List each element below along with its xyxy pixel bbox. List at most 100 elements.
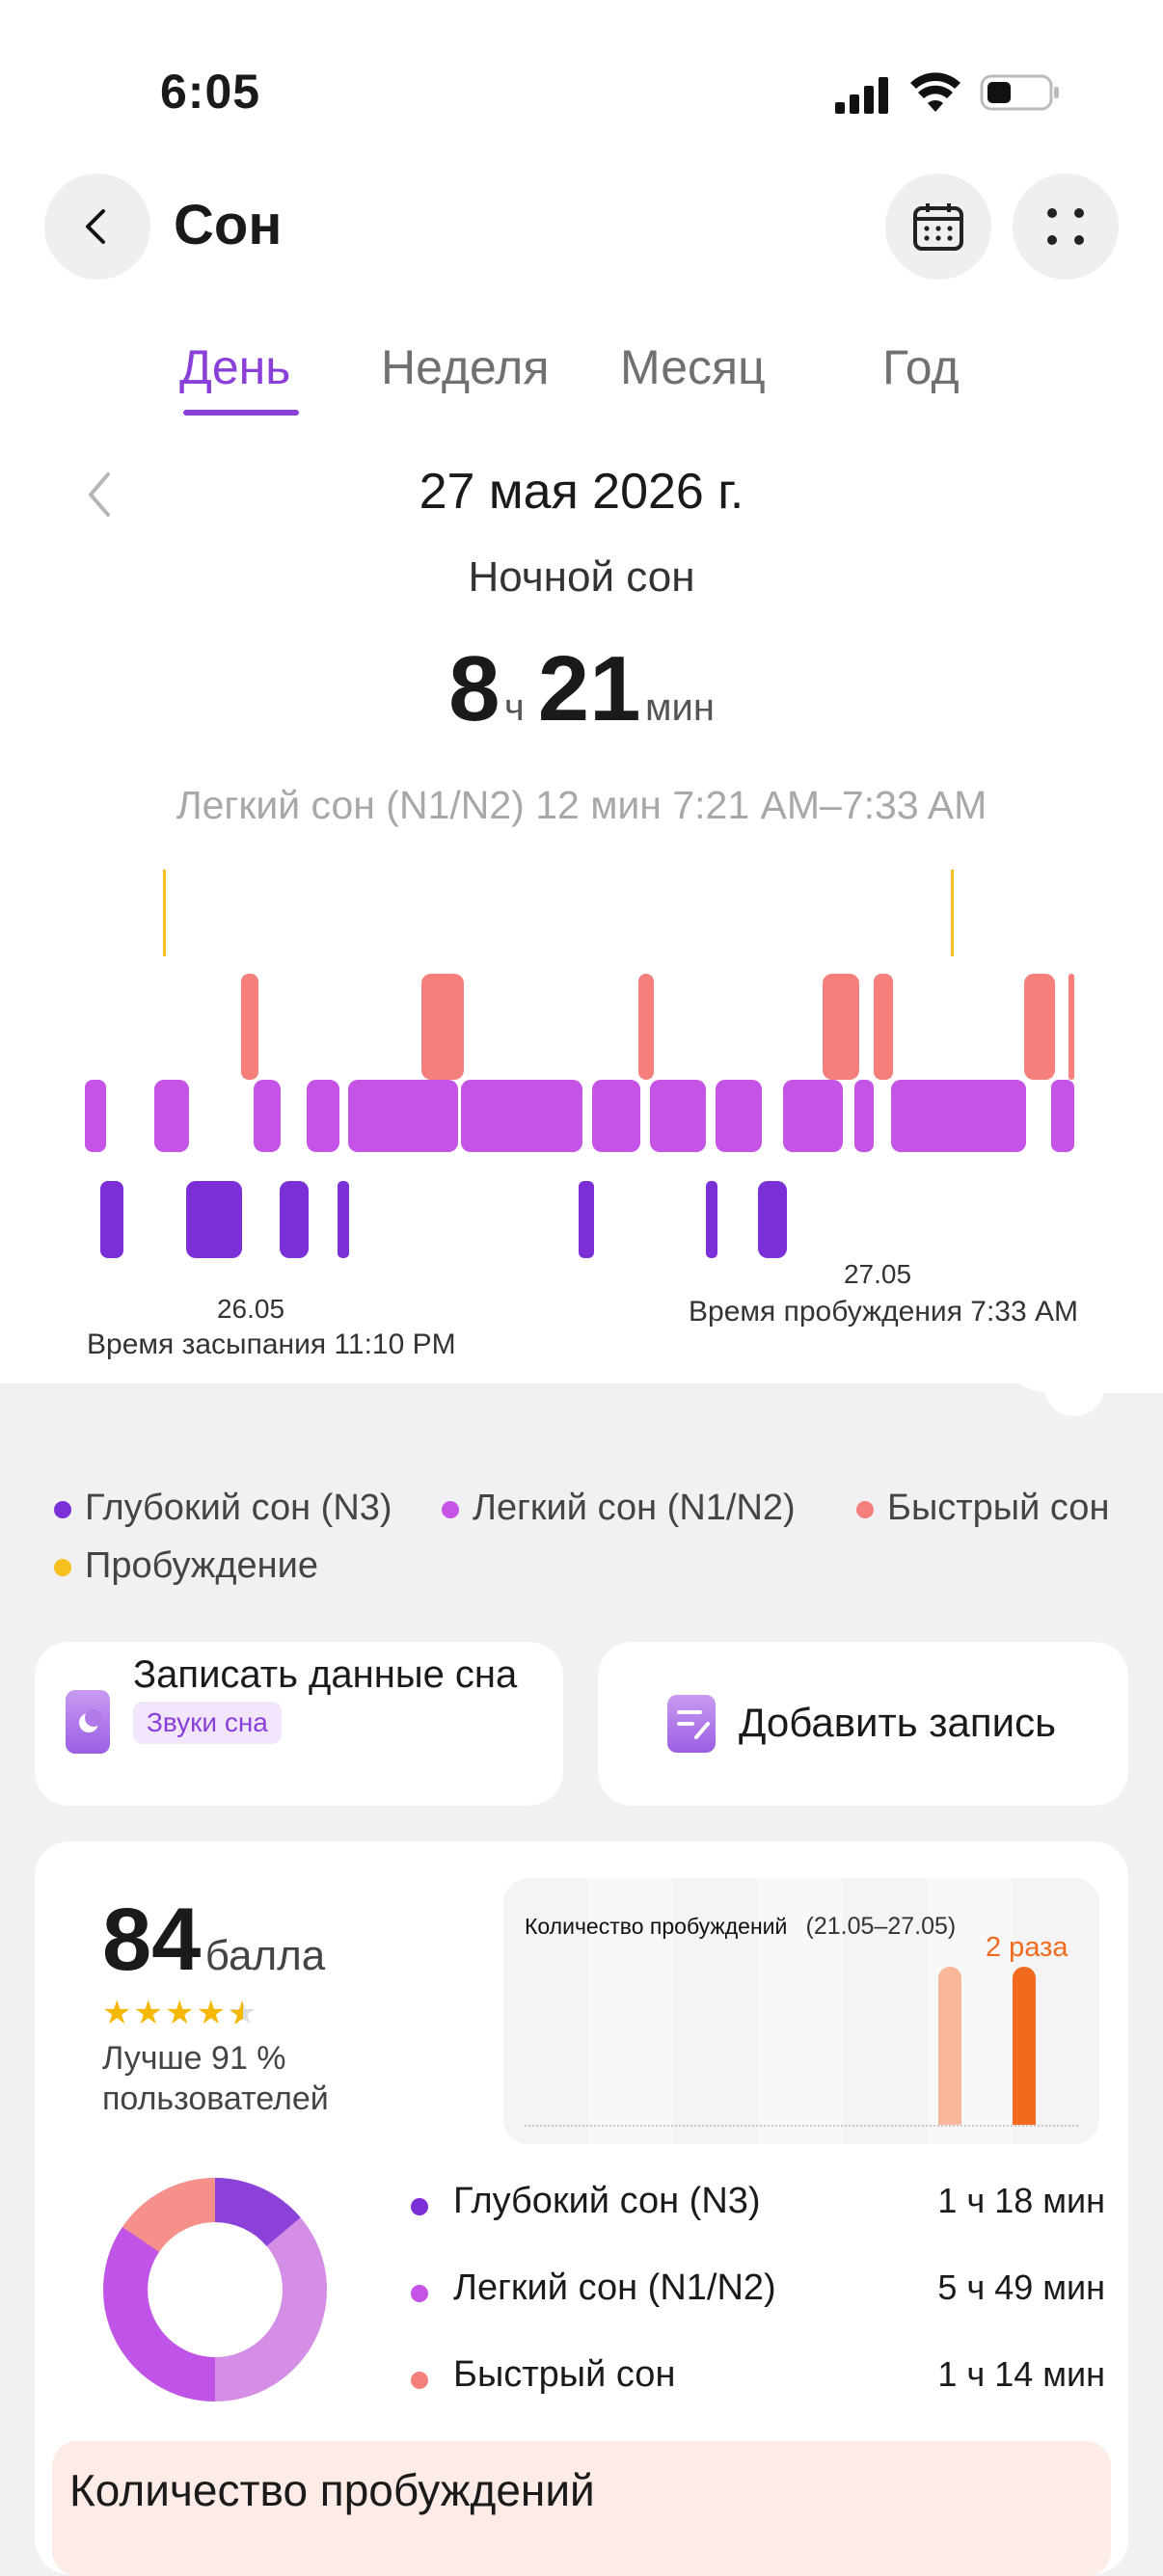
wake-bar-current <box>1013 1967 1036 2125</box>
minutes-value: 21 <box>537 637 641 740</box>
status-time: 6:05 <box>160 65 261 119</box>
legend-dot <box>442 1500 459 1518</box>
legend-label: Глубокий сон (N3) <box>85 1488 392 1528</box>
stage-row-rem: Быстрый сон 1 ч 14 мин <box>411 2354 1105 2408</box>
stage-row-light: Легкий сон (N1/N2) 5 ч 49 мин <box>411 2267 1105 2321</box>
light-segment <box>85 1080 106 1152</box>
hours-value: 8 <box>448 637 500 740</box>
stage-dot <box>411 2198 428 2215</box>
stage-duration: 1 ч 14 мин <box>937 2354 1105 2394</box>
light-segment <box>716 1080 762 1152</box>
deep-segment <box>579 1181 594 1258</box>
record-sleep-card[interactable]: Записать данные сна Звуки сна <box>35 1642 563 1806</box>
wifi-icon <box>910 71 960 114</box>
deep-segment <box>100 1181 123 1258</box>
donut-light-segment <box>103 2227 216 2402</box>
add-record-title: Добавить запись <box>739 1700 1056 1745</box>
sleep-start-date: 26.05 <box>216 1294 285 1324</box>
rem-segment <box>823 974 859 1080</box>
calendar-button[interactable] <box>885 174 991 280</box>
score-unit: балла <box>204 1932 326 1979</box>
legend-label: Быстрый сон <box>887 1488 1110 1528</box>
record-sleep-title: Записать данные сна <box>133 1653 518 1696</box>
donut-deep-segment <box>214 2178 301 2247</box>
signal-icon <box>833 75 891 114</box>
notch-handle <box>1044 1356 1104 1416</box>
total-duration: 8 ч 21 мин <box>0 636 1163 742</box>
hypnogram-chart[interactable] <box>0 848 1163 1273</box>
wake-chart-title: Количество пробуждений (21.05–27.05) <box>525 1913 956 1941</box>
tab-week[interactable]: Неделя <box>381 339 549 395</box>
selected-segment-info: Легкий сон (N1/N2) 12 мин 7:21 AM–7:33 A… <box>176 783 987 827</box>
deep-segment <box>706 1181 717 1258</box>
legend-deep: Глубокий сон (N3) <box>54 1488 392 1529</box>
deep-segment <box>758 1181 787 1258</box>
light-segment <box>1051 1080 1074 1152</box>
score-card: 84 балла ★★★★★★ Лучше 91 % пользователей… <box>35 1841 1128 2576</box>
awake-segment <box>951 870 954 956</box>
note-icon <box>667 1695 716 1753</box>
light-segment <box>254 1080 281 1152</box>
legend-dot <box>54 1500 71 1518</box>
deep-segment <box>338 1181 349 1258</box>
wake-label: Время пробуждения 7:33 AM <box>689 1296 1078 1328</box>
wake-chart-title-text: Количество пробуждений <box>525 1914 788 1939</box>
tab-day[interactable]: День <box>179 339 290 395</box>
wake-chart-baseline <box>525 2125 1078 2127</box>
deep-segment <box>186 1181 242 1258</box>
light-segment <box>154 1080 189 1152</box>
stage-dot <box>411 2285 428 2302</box>
battery-icon <box>980 73 1061 112</box>
rem-segment <box>421 974 464 1080</box>
chevron-left-icon <box>86 209 105 244</box>
stage-duration: 1 ч 18 мин <box>937 2181 1105 2220</box>
rem-segment <box>1024 974 1055 1080</box>
light-segment <box>461 1080 582 1152</box>
more-icon <box>1047 208 1084 245</box>
wake-chart-value: 2 раза <box>986 1932 1068 1963</box>
stage-row-deep: Глубокий сон (N3) 1 ч 18 мин <box>411 2181 1105 2235</box>
light-segment <box>348 1080 458 1152</box>
light-segment <box>650 1080 706 1152</box>
stage-dot <box>411 2372 428 2389</box>
wake-date: 27.05 <box>843 1259 912 1289</box>
stage-label: Легкий сон (N1/N2) <box>453 2267 776 2308</box>
tab-active-indicator <box>183 410 299 416</box>
legend-dot <box>856 1500 874 1518</box>
light-segment <box>854 1080 874 1152</box>
add-record-card[interactable]: Добавить запись <box>598 1642 1128 1806</box>
calendar-icon <box>913 203 963 251</box>
stages-donut-chart <box>103 2178 327 2402</box>
stage-label: Глубокий сон (N3) <box>453 2181 761 2221</box>
back-button[interactable] <box>44 174 150 280</box>
light-segment <box>592 1080 640 1152</box>
date-label: 27 мая 2026 г. <box>419 464 744 520</box>
wake-count-section-title: Количество пробуждений <box>69 2465 595 2515</box>
tab-year[interactable]: Год <box>882 339 960 395</box>
rem-segment <box>638 974 654 1080</box>
page-title: Сон <box>174 194 283 256</box>
phone-moon-icon <box>66 1690 110 1754</box>
light-segment <box>307 1080 339 1152</box>
sleep-start-label: Время засыпания 11:10 PM <box>87 1328 456 1360</box>
legend-dot <box>54 1558 71 1576</box>
light-segment <box>783 1080 843 1152</box>
deep-segment <box>280 1181 309 1258</box>
better-than-text: Лучше 91 % <box>102 2040 286 2077</box>
score-value: 84 <box>102 1891 202 1989</box>
legend-label: Легкий сон (N1/N2) <box>473 1488 796 1528</box>
better-than-suffix: пользователей <box>102 2080 329 2117</box>
stage-duration: 5 ч 49 мин <box>937 2267 1105 2307</box>
wake-count-section[interactable]: Количество пробуждений <box>52 2441 1111 2576</box>
wake-count-chart[interactable]: Количество пробуждений (21.05–27.05) 2 р… <box>503 1878 1099 2144</box>
sleep-sounds-chip[interactable]: Звуки сна <box>133 1702 282 1744</box>
more-button[interactable] <box>1013 174 1119 280</box>
legend-rem: Быстрый сон <box>856 1488 1109 1529</box>
score-stars: ★★★★★★ <box>102 1995 259 2032</box>
legend-light: Легкий сон (N1/N2) <box>442 1488 796 1529</box>
light-segment <box>891 1080 1026 1152</box>
tab-month[interactable]: Месяц <box>620 339 766 395</box>
wake-chart-range: (21.05–27.05) <box>805 1913 957 1940</box>
wake-bar-previous <box>938 1967 961 2125</box>
stage-label: Быстрый сон <box>453 2354 676 2395</box>
